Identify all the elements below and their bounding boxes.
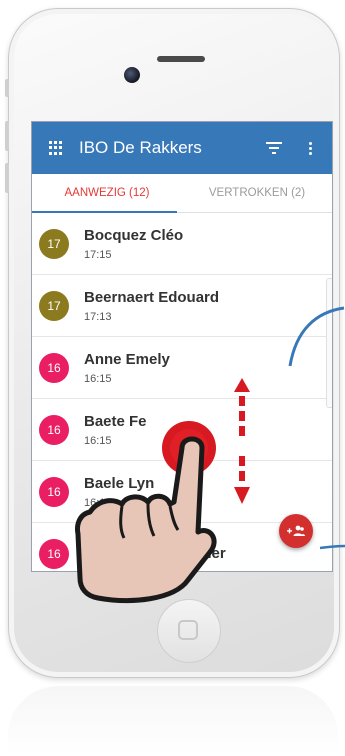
pointing-hand-illustration — [75, 436, 217, 604]
earpiece-speaker — [157, 56, 205, 62]
app-bar: IBO De Rakkers — [32, 122, 332, 174]
age-badge: 16 — [39, 352, 69, 383]
tab-aanwezig[interactable]: AANWEZIG (12) — [32, 174, 182, 212]
tab-vertrokken[interactable]: VERTROKKEN (2) — [182, 174, 332, 212]
callout-curve — [288, 306, 345, 367]
add-group-button[interactable] — [279, 514, 313, 548]
age-badge: 17 — [39, 290, 69, 321]
arrival-time: 17:13 — [84, 310, 112, 323]
arrival-time: 16:15 — [84, 372, 112, 385]
app-title: IBO De Rakkers — [79, 138, 202, 157]
filter-icon[interactable] — [266, 142, 282, 154]
tab-bar: AANWEZIG (12) VERTROKKEN (2) — [32, 174, 332, 213]
scroll-direction-arrow — [234, 378, 250, 504]
more-vert-icon[interactable] — [308, 141, 312, 155]
child-name: Anne Emely — [84, 350, 170, 368]
volume-down-button — [5, 163, 9, 193]
grid-icon[interactable] — [49, 141, 63, 155]
child-name: Beernaert Edouard — [84, 288, 220, 306]
list-item[interactable]: 16 Anne Emely 16:15 — [32, 337, 332, 399]
add-group-icon — [287, 525, 305, 536]
age-badge: 16 — [39, 538, 69, 569]
volume-up-button — [5, 121, 9, 151]
list-item[interactable]: 17 Beernaert Edouard 17:13 — [32, 275, 332, 337]
age-badge: 16 — [39, 414, 69, 445]
age-badge: 16 — [39, 476, 69, 507]
silent-switch — [5, 79, 9, 97]
callout-line — [319, 544, 345, 550]
child-name: Bocquez Cléo — [84, 226, 184, 244]
arrival-time: 17:15 — [84, 248, 112, 261]
child-name: Baete Fe — [84, 412, 147, 430]
phone-reflection — [8, 686, 338, 756]
list-item[interactable]: 17 Bocquez Cléo 17:15 — [32, 213, 332, 275]
age-badge: 17 — [39, 228, 69, 259]
front-camera — [124, 67, 140, 83]
